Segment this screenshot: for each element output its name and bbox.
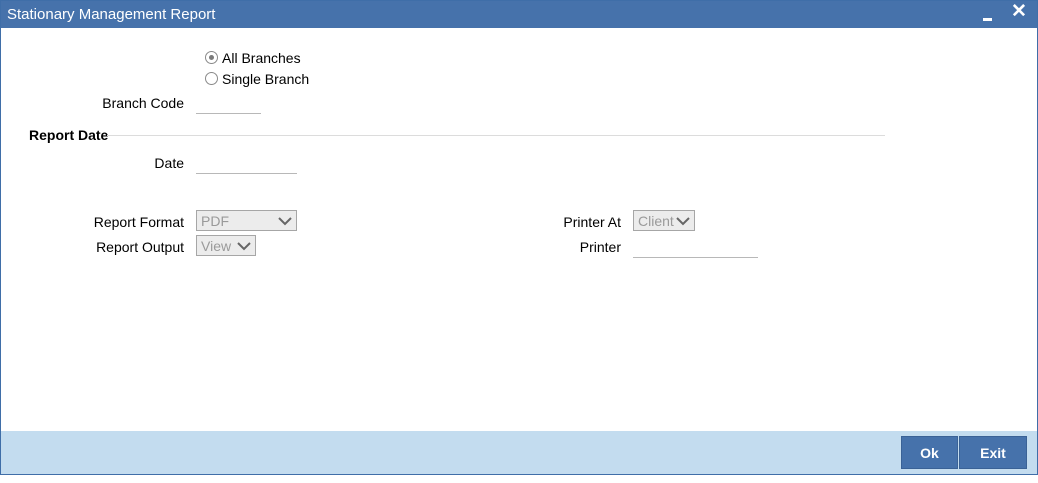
printer-at-value: Client bbox=[638, 213, 674, 229]
report-format-select[interactable]: PDF bbox=[196, 210, 297, 231]
all-branches-radio[interactable] bbox=[205, 51, 218, 64]
printer-input[interactable] bbox=[633, 238, 758, 258]
footer-bar bbox=[1, 431, 1037, 474]
report-format-value: PDF bbox=[201, 213, 229, 229]
chevron-down-icon bbox=[676, 217, 690, 226]
printer-at-select[interactable]: Client bbox=[633, 210, 695, 231]
all-branches-label: All Branches bbox=[222, 50, 301, 66]
title-bar: Stationary Management Report ✕ bbox=[1, 1, 1037, 28]
report-format-label: Report Format bbox=[93, 214, 184, 230]
section-divider bbox=[107, 135, 885, 136]
report-window: Stationary Management Report ✕ All Branc… bbox=[0, 0, 1038, 475]
date-input[interactable] bbox=[196, 154, 297, 174]
printer-label: Printer bbox=[579, 239, 621, 255]
chevron-down-icon bbox=[278, 217, 292, 226]
chevron-down-icon bbox=[237, 242, 251, 251]
ok-button[interactable]: Ok bbox=[901, 436, 958, 469]
single-branch-radio[interactable] bbox=[205, 72, 218, 85]
branch-code-input[interactable] bbox=[196, 94, 261, 114]
branch-code-label: Branch Code bbox=[102, 95, 184, 111]
minimize-icon[interactable] bbox=[981, 5, 995, 23]
close-icon[interactable]: ✕ bbox=[1011, 2, 1027, 22]
report-output-label: Report Output bbox=[96, 239, 184, 255]
window-title: Stationary Management Report bbox=[7, 6, 216, 23]
report-date-section-title: Report Date bbox=[29, 127, 109, 143]
printer-at-label: Printer At bbox=[563, 214, 621, 230]
single-branch-label: Single Branch bbox=[222, 71, 310, 87]
date-label: Date bbox=[154, 155, 184, 171]
exit-button[interactable]: Exit bbox=[959, 436, 1027, 469]
report-output-value: View bbox=[201, 238, 232, 254]
report-output-select[interactable]: View bbox=[196, 235, 256, 256]
